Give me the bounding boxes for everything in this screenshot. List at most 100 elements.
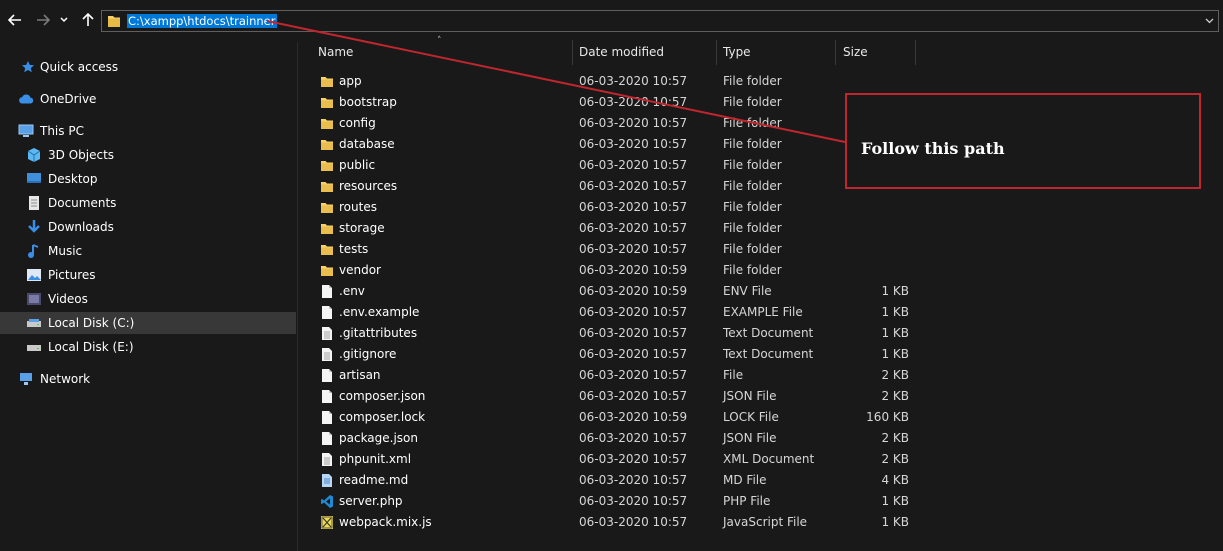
file-row[interactable]: composer.json 06-03-2020 10:57 JSON File 2 … xyxy=(299,386,1223,407)
back-button[interactable] xyxy=(5,10,25,30)
column-header-size[interactable]: Size xyxy=(843,45,868,59)
file-size: 1 KB xyxy=(881,284,909,298)
file-icon xyxy=(320,305,334,320)
up-button[interactable] xyxy=(78,10,98,30)
file-date-modified: 06-03-2020 10:57 xyxy=(579,389,688,403)
column-divider[interactable] xyxy=(572,40,573,65)
file-name: bootstrap xyxy=(339,95,397,109)
column-divider[interactable] xyxy=(835,40,836,65)
file-type: File folder xyxy=(723,158,782,172)
file-row[interactable]: app 06-03-2020 10:57 File folder xyxy=(299,71,1223,92)
folder-icon xyxy=(320,137,334,152)
file-size: 2 KB xyxy=(881,368,909,382)
sidebar-item-label: Local Disk (C:) xyxy=(48,316,135,330)
file-type: Text Document xyxy=(723,326,814,340)
address-history-button[interactable] xyxy=(1200,11,1218,31)
file-name: .gitignore xyxy=(339,347,397,361)
file-type: EXAMPLE File xyxy=(723,305,803,319)
sidebar-item-videos[interactable]: Videos xyxy=(0,288,296,310)
column-divider[interactable] xyxy=(915,40,916,65)
sidebar-item-onedrive[interactable]: OneDrive xyxy=(0,88,296,110)
file-size: 1 KB xyxy=(881,347,909,361)
file-type: File folder xyxy=(723,263,782,277)
network-icon xyxy=(18,371,34,387)
sidebar-item-3d-objects[interactable]: 3D Objects xyxy=(0,144,296,166)
file-row[interactable]: storage 06-03-2020 10:57 File folder xyxy=(299,218,1223,239)
file-row[interactable]: readme.md 06-03-2020 10:57 MD File 4 KB xyxy=(299,470,1223,491)
file-date-modified: 06-03-2020 10:57 xyxy=(579,473,688,487)
sidebar-item-pictures[interactable]: Pictures xyxy=(0,264,296,286)
file-type: JSON File xyxy=(723,431,777,445)
file-row[interactable]: composer.lock 06-03-2020 10:59 LOCK File 16… xyxy=(299,407,1223,428)
folder-icon xyxy=(320,221,334,236)
file-type: PHP File xyxy=(723,494,771,508)
file-row[interactable]: .gitattributes 06-03-2020 10:57 Text Docum… xyxy=(299,323,1223,344)
sidebar-item-desktop[interactable]: Desktop xyxy=(0,168,296,190)
cube-icon xyxy=(26,147,42,163)
file-date-modified: 06-03-2020 10:57 xyxy=(579,368,688,382)
file-row[interactable]: bootstrap 06-03-2020 10:57 File folder xyxy=(299,92,1223,113)
sidebar-item-music[interactable]: Music xyxy=(0,240,296,262)
file-name: artisan xyxy=(339,368,381,382)
file-icon xyxy=(320,368,334,383)
file-row[interactable]: package.json 06-03-2020 10:57 JSON File 2 K… xyxy=(299,428,1223,449)
file-type: File xyxy=(723,368,744,382)
navigation-pane: Quick access OneDrive This PC 3D Objects… xyxy=(0,42,298,551)
file-name: vendor xyxy=(339,263,381,277)
file-row[interactable]: phpunit.xml 06-03-2020 10:57 XML Document 2… xyxy=(299,449,1223,470)
sidebar-item-local-disk-c[interactable]: Local Disk (C:) xyxy=(0,312,296,334)
file-type: XML Document xyxy=(723,452,815,466)
sidebar-item-local-disk-e[interactable]: Local Disk (E:) xyxy=(0,336,296,358)
sidebar-item-quick-access[interactable]: Quick access xyxy=(0,56,296,78)
column-header-type[interactable]: Type xyxy=(723,45,751,59)
sidebar-item-label: Documents xyxy=(48,196,117,210)
file-row[interactable]: tests 06-03-2020 10:57 File folder xyxy=(299,239,1223,260)
download-icon xyxy=(26,219,42,235)
forward-button[interactable] xyxy=(33,10,53,30)
file-row[interactable]: .gitignore 06-03-2020 10:57 Text Document 1… xyxy=(299,344,1223,365)
file-row[interactable]: resources 06-03-2020 10:57 File folder xyxy=(299,176,1223,197)
column-divider[interactable] xyxy=(716,40,717,65)
file-size: 1 KB xyxy=(881,305,909,319)
file-row[interactable]: vendor 06-03-2020 10:59 File folder xyxy=(299,260,1223,281)
sidebar-item-downloads[interactable]: Downloads xyxy=(0,216,296,238)
file-row[interactable]: artisan 06-03-2020 10:57 File 2 KB xyxy=(299,365,1223,386)
file-row[interactable]: public 06-03-2020 10:57 File folder xyxy=(299,155,1223,176)
file-name: app xyxy=(339,74,362,88)
sidebar-item-network[interactable]: Network xyxy=(0,368,296,390)
file-date-modified: 06-03-2020 10:57 xyxy=(579,137,688,151)
recent-locations-button[interactable] xyxy=(57,10,71,30)
sidebar-item-this-pc[interactable]: This PC xyxy=(0,120,296,142)
file-name: composer.json xyxy=(339,389,426,403)
file-name: .env xyxy=(339,284,365,298)
file-date-modified: 06-03-2020 10:57 xyxy=(579,515,688,529)
file-row[interactable]: database 06-03-2020 10:57 File folder xyxy=(299,134,1223,155)
file-icon xyxy=(320,410,334,425)
file-row[interactable]: webpack.mix.js 06-03-2020 10:57 JavaScript… xyxy=(299,512,1223,533)
file-date-modified: 06-03-2020 10:57 xyxy=(579,305,688,319)
file-size: 2 KB xyxy=(881,389,909,403)
file-size: 1 KB xyxy=(881,326,909,340)
file-list: ˄ Name Date modified Type Size app 06-03-… xyxy=(299,36,1223,551)
text-file-icon xyxy=(320,326,334,341)
file-name: public xyxy=(339,158,376,172)
drive-icon xyxy=(26,315,42,331)
file-row[interactable]: routes 06-03-2020 10:57 File folder xyxy=(299,197,1223,218)
arrow-left-icon xyxy=(8,14,21,26)
sidebar-item-label: Videos xyxy=(48,292,88,306)
file-row[interactable]: config 06-03-2020 10:57 File folder xyxy=(299,113,1223,134)
markdown-file-icon xyxy=(320,473,334,488)
address-bar[interactable]: C:\xampp\htdocs\trainner xyxy=(101,10,1219,32)
text-file-icon xyxy=(320,452,334,467)
drive-icon xyxy=(26,339,42,355)
file-row[interactable]: server.php 06-03-2020 10:57 PHP File 1 KB xyxy=(299,491,1223,512)
file-size: 160 KB xyxy=(866,410,909,424)
file-date-modified: 06-03-2020 10:57 xyxy=(579,179,688,193)
file-row[interactable]: .env 06-03-2020 10:59 ENV File 1 KB xyxy=(299,281,1223,302)
address-path[interactable]: C:\xampp\htdocs\trainner xyxy=(127,14,277,28)
file-row[interactable]: .env.example 06-03-2020 10:57 EXAMPLE File… xyxy=(299,302,1223,323)
column-header-name[interactable]: Name xyxy=(318,45,353,59)
sidebar-item-documents[interactable]: Documents xyxy=(0,192,296,214)
column-header-date[interactable]: Date modified xyxy=(579,45,664,59)
file-type: File folder xyxy=(723,74,782,88)
